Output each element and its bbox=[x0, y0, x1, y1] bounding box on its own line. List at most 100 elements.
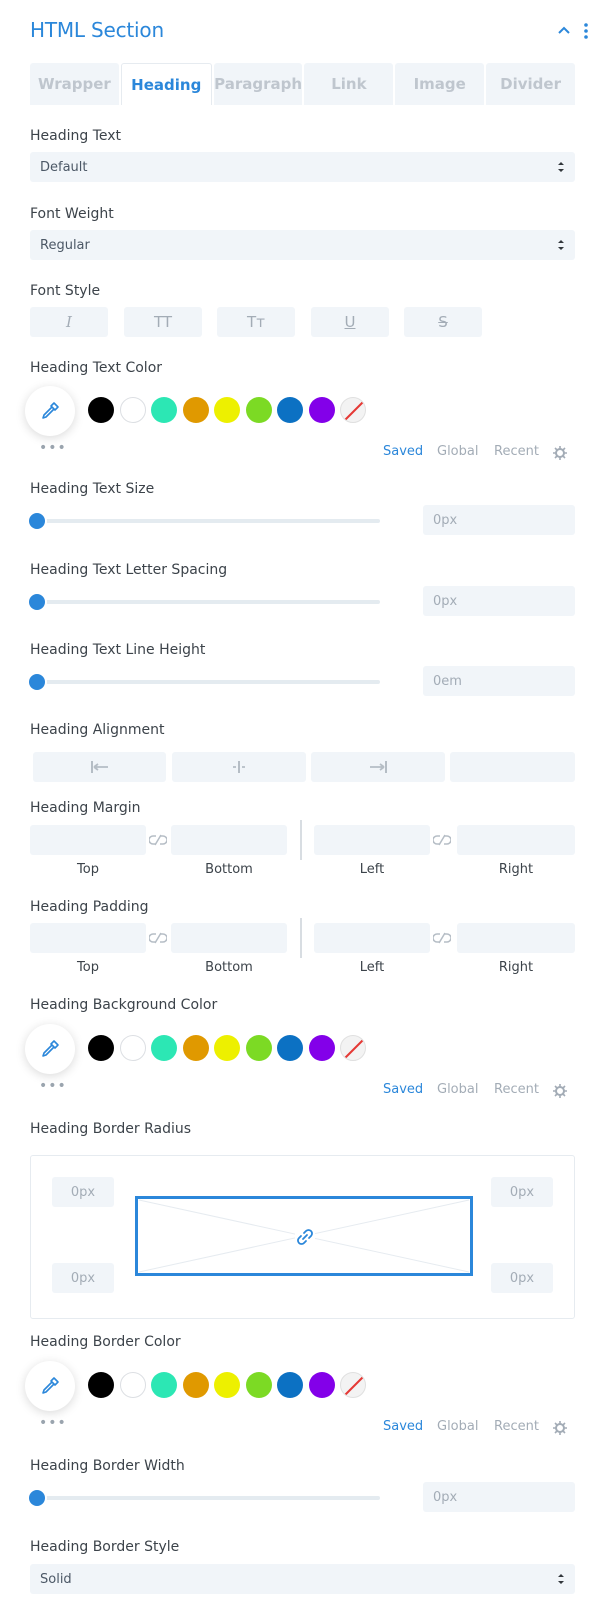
border-width-input[interactable]: 0px bbox=[423, 1482, 575, 1512]
swatch-green[interactable] bbox=[245, 1035, 272, 1061]
swatch-green[interactable] bbox=[245, 1372, 272, 1398]
swatch-turquoise[interactable] bbox=[151, 397, 177, 423]
line-height-input[interactable]: 0em bbox=[423, 666, 575, 696]
tab-image[interactable]: Image bbox=[395, 63, 485, 105]
margin-bottom-input[interactable] bbox=[171, 825, 287, 855]
global-colors-tab[interactable]: Global bbox=[437, 1082, 478, 1097]
swatch-purple[interactable] bbox=[308, 1372, 335, 1398]
font-weight-select[interactable]: Regular bbox=[30, 230, 575, 260]
swatch-black[interactable] bbox=[88, 1372, 114, 1398]
more-colors-icon[interactable]: ••• bbox=[39, 1415, 67, 1431]
swatch-none-icon[interactable] bbox=[340, 1372, 366, 1398]
italic-button[interactable]: I bbox=[30, 307, 108, 337]
more-options-icon[interactable] bbox=[580, 22, 592, 40]
swatch-yellow[interactable] bbox=[214, 397, 240, 423]
swatch-blue[interactable] bbox=[277, 397, 303, 423]
align-right-button[interactable] bbox=[311, 752, 445, 782]
more-colors-icon[interactable]: ••• bbox=[39, 1078, 67, 1094]
swatch-black[interactable] bbox=[88, 1035, 114, 1061]
gear-icon[interactable] bbox=[553, 446, 567, 460]
gear-icon[interactable] bbox=[553, 1421, 567, 1435]
align-left-button[interactable] bbox=[33, 752, 166, 782]
radius-bottom-left-input[interactable]: 0px bbox=[52, 1263, 114, 1293]
swatch-purple[interactable] bbox=[308, 1035, 335, 1061]
radius-bottom-right-input[interactable]: 0px bbox=[491, 1263, 553, 1293]
letter-spacing-slider-track[interactable] bbox=[37, 600, 380, 604]
align-justify-button[interactable] bbox=[450, 752, 575, 782]
link-icon[interactable] bbox=[149, 834, 167, 846]
swatch-white[interactable] bbox=[119, 397, 146, 423]
gear-icon[interactable] bbox=[553, 1084, 567, 1098]
bg-color-picker-button[interactable] bbox=[25, 1024, 75, 1074]
margin-right-input[interactable] bbox=[457, 825, 575, 855]
uppercase-button[interactable]: TT bbox=[124, 307, 202, 337]
saved-colors-tab[interactable]: Saved bbox=[383, 444, 423, 459]
text-size-slider-handle[interactable] bbox=[29, 513, 45, 529]
align-center-button[interactable] bbox=[172, 752, 306, 782]
tab-wrapper[interactable]: Wrapper bbox=[30, 63, 119, 105]
swatch-orange[interactable] bbox=[182, 1372, 209, 1398]
more-colors-icon[interactable]: ••• bbox=[39, 440, 67, 456]
link-icon[interactable] bbox=[149, 932, 167, 944]
tab-divider[interactable]: Divider bbox=[486, 63, 575, 105]
tab-paragraph[interactable]: Paragraph bbox=[213, 63, 303, 105]
text-color-label: Heading Text Color bbox=[30, 360, 163, 376]
swatch-white[interactable] bbox=[119, 1372, 146, 1398]
text-size-input[interactable]: 0px bbox=[423, 505, 575, 535]
chevron-up-icon[interactable] bbox=[556, 22, 572, 38]
padding-bottom-input[interactable] bbox=[171, 923, 287, 953]
letter-spacing-input[interactable]: 0px bbox=[423, 586, 575, 616]
swatch-purple[interactable] bbox=[308, 397, 335, 423]
text-size-slider-track[interactable] bbox=[37, 519, 380, 523]
swatch-blue[interactable] bbox=[277, 1035, 303, 1061]
swatch-orange[interactable] bbox=[182, 1035, 209, 1061]
letter-spacing-slider-handle[interactable] bbox=[29, 594, 45, 610]
border-width-slider-track[interactable] bbox=[37, 1496, 380, 1500]
divider bbox=[300, 820, 302, 860]
recent-colors-tab[interactable]: Recent bbox=[494, 1419, 539, 1434]
swatch-orange[interactable] bbox=[182, 397, 209, 423]
tab-link[interactable]: Link bbox=[304, 63, 394, 105]
radius-top-right-input[interactable]: 0px bbox=[491, 1177, 553, 1207]
swatch-yellow[interactable] bbox=[214, 1372, 240, 1398]
recent-colors-tab[interactable]: Recent bbox=[494, 1082, 539, 1097]
recent-colors-tab[interactable]: Recent bbox=[494, 444, 539, 459]
border-color-picker-button[interactable] bbox=[25, 1361, 75, 1411]
radius-top-left-input[interactable]: 0px bbox=[52, 1177, 114, 1207]
margin-left-input[interactable] bbox=[314, 825, 430, 855]
saved-colors-tab[interactable]: Saved bbox=[383, 1082, 423, 1097]
border-width-slider-handle[interactable] bbox=[29, 1490, 45, 1506]
swatch-none-icon[interactable] bbox=[340, 397, 366, 423]
swatch-none-icon[interactable] bbox=[340, 1035, 366, 1061]
line-height-slider-track[interactable] bbox=[37, 680, 380, 684]
capitalize-button[interactable]: Tт bbox=[217, 307, 295, 337]
link-corners-icon[interactable] bbox=[295, 1227, 315, 1247]
border-style-select[interactable]: Solid bbox=[30, 1564, 575, 1594]
line-height-slider-handle[interactable] bbox=[29, 674, 45, 690]
swatch-yellow[interactable] bbox=[214, 1035, 240, 1061]
padding-left-input[interactable] bbox=[314, 923, 430, 953]
margin-top-input[interactable] bbox=[30, 825, 146, 855]
swatch-blue[interactable] bbox=[277, 1372, 303, 1398]
divider bbox=[300, 918, 302, 958]
margin-top-label: Top bbox=[77, 862, 99, 877]
strikethrough-button[interactable]: S bbox=[404, 307, 482, 337]
swatch-green[interactable] bbox=[245, 397, 272, 423]
text-color-picker-button[interactable] bbox=[25, 386, 75, 436]
swatch-white[interactable] bbox=[119, 1035, 146, 1061]
swatch-turquoise[interactable] bbox=[151, 1372, 177, 1398]
padding-top-input[interactable] bbox=[30, 923, 146, 953]
letter-spacing-label: Heading Text Letter Spacing bbox=[30, 562, 228, 578]
saved-colors-tab[interactable]: Saved bbox=[383, 1419, 423, 1434]
global-colors-tab[interactable]: Global bbox=[437, 1419, 478, 1434]
link-icon[interactable] bbox=[433, 834, 451, 846]
heading-text-select[interactable]: Default bbox=[30, 152, 575, 182]
tab-heading[interactable]: Heading bbox=[120, 63, 212, 105]
swatch-turquoise[interactable] bbox=[151, 1035, 177, 1061]
underline-button[interactable]: U bbox=[311, 307, 389, 337]
link-icon[interactable] bbox=[433, 932, 451, 944]
padding-right-input[interactable] bbox=[457, 923, 575, 953]
global-colors-tab[interactable]: Global bbox=[437, 444, 478, 459]
border-width-label: Heading Border Width bbox=[30, 1458, 185, 1474]
swatch-black[interactable] bbox=[88, 397, 114, 423]
